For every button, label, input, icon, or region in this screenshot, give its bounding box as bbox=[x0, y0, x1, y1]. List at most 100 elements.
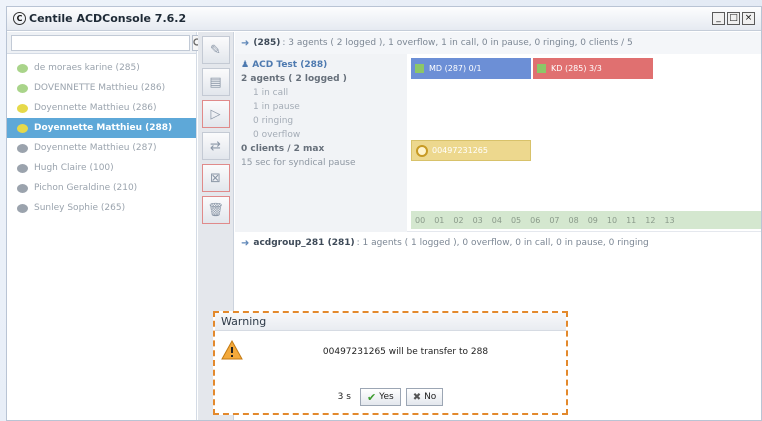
agent-label: DOVENNETTE Matthieu (286) bbox=[34, 83, 166, 93]
edit-button[interactable]: ✎ bbox=[201, 36, 230, 64]
yes-button[interactable]: ✔ Yes bbox=[359, 388, 401, 406]
check-icon: ✔ bbox=[366, 390, 377, 404]
transfer-icon: ⇄ bbox=[210, 138, 221, 154]
timeline-tick: 12 bbox=[645, 215, 656, 225]
group-header-2[interactable]: ➜ acdgroup_281 (281) : 1 agents ( 1 logg… bbox=[235, 232, 761, 254]
delete-button[interactable]: 🗑 bbox=[201, 196, 230, 224]
agent-chip-kd[interactable]: KD (285) 3/3 bbox=[533, 58, 653, 79]
acd-stat: 0 ringing bbox=[253, 116, 294, 126]
trash-icon: 🗑 bbox=[207, 202, 224, 218]
timeline-tick: 07 bbox=[549, 215, 560, 225]
acd-agents: 2 agents ( 2 logged ) bbox=[241, 74, 347, 84]
remove-button[interactable]: ⊠ bbox=[201, 164, 230, 192]
app-logo-icon: C bbox=[13, 12, 26, 25]
acd-stat: 1 in call bbox=[253, 88, 289, 98]
waiting-client-chip[interactable]: 00497231265 bbox=[411, 140, 531, 161]
chat-bubble-icon bbox=[17, 83, 28, 93]
chat-bubble-icon bbox=[17, 103, 28, 113]
warning-dialog: Warning 00497231265 will be transfer to … bbox=[213, 311, 568, 415]
timeline-tick: 02 bbox=[453, 215, 464, 225]
acd-stat: 0 overflow bbox=[253, 130, 301, 140]
timeline: 00 01 02 03 04 05 06 07 08 09 10 11 12 1… bbox=[411, 211, 761, 229]
acd-clients: 0 clients / 2 max bbox=[241, 144, 325, 154]
chat-bubble-icon bbox=[17, 183, 28, 193]
search-input[interactable] bbox=[11, 34, 190, 51]
chat-bubble-icon bbox=[17, 163, 28, 173]
agent-item[interactable]: de moraes karine (285) bbox=[7, 58, 196, 78]
agent-label: de moraes karine (285) bbox=[34, 63, 140, 73]
phone-status-icon bbox=[537, 64, 546, 73]
agent-item[interactable]: Doyennette Matthieu (286) bbox=[7, 98, 196, 118]
agent-label: Doyennette Matthieu (286) bbox=[34, 103, 157, 113]
agent-list: de moraes karine (285) DOVENNETTE Matthi… bbox=[7, 54, 196, 218]
acd-pause: 15 sec for syndical pause bbox=[241, 158, 356, 168]
dialog-message: 00497231265 will be transfer to 288 bbox=[322, 347, 489, 357]
timeline-tick: 04 bbox=[491, 215, 502, 225]
play-button[interactable]: ▷ bbox=[201, 100, 230, 128]
group-header[interactable]: ➜ (285) : 3 agents ( 2 logged ), 1 overf… bbox=[235, 32, 761, 54]
agent-label: Doyennette Matthieu (287) bbox=[34, 143, 157, 153]
arrow-right-icon: ➜ bbox=[241, 37, 250, 49]
timeline-tick: 10 bbox=[606, 215, 618, 225]
agent-label: Pichon Geraldine (210) bbox=[34, 183, 138, 193]
timeline-tick: 00 bbox=[415, 215, 426, 225]
yes-label: Yes bbox=[379, 392, 394, 402]
chat-bubble-icon bbox=[17, 143, 28, 153]
acd-info: ♟ ACD Test (288) 2 agents ( 2 logged ) 1… bbox=[235, 54, 407, 232]
agent-group-icon: ♟ bbox=[241, 60, 253, 70]
timeline-tick: 09 bbox=[587, 215, 598, 225]
group-summary: : 3 agents ( 2 logged ), 1 overflow, 1 i… bbox=[282, 38, 633, 48]
agent-label: Sunley Sophie (265) bbox=[34, 203, 126, 213]
no-button[interactable]: ✖ No bbox=[405, 388, 444, 406]
agent-item[interactable]: Sunley Sophie (265) bbox=[7, 198, 196, 218]
countdown: 3 s bbox=[337, 392, 351, 402]
close-button[interactable]: × bbox=[742, 12, 755, 25]
acd-block: ♟ ACD Test (288) 2 agents ( 2 logged ) 1… bbox=[235, 54, 761, 232]
group-id: (285) bbox=[253, 38, 281, 48]
agent-item-selected[interactable]: Doyennette Matthieu (288) bbox=[7, 118, 196, 138]
phone-status-icon bbox=[415, 64, 424, 73]
transfer-button[interactable]: ⇄ bbox=[201, 132, 230, 160]
dialog-footer: 3 s ✔ Yes ✖ No bbox=[215, 388, 566, 406]
group-summary: : 1 agents ( 1 logged ), 0 overflow, 0 i… bbox=[356, 238, 649, 248]
remove-icon: ⊠ bbox=[210, 170, 221, 186]
agent-item[interactable]: Doyennette Matthieu (287) bbox=[7, 138, 196, 158]
minimize-button[interactable]: _ bbox=[712, 12, 725, 25]
agent-item[interactable]: Hugh Claire (100) bbox=[7, 158, 196, 178]
maximize-button[interactable]: □ bbox=[727, 12, 740, 25]
arrow-right-icon: ➜ bbox=[241, 237, 250, 249]
edit-icon: ✎ bbox=[210, 42, 221, 58]
window-title: Centile ACDConsole 7.6.2 bbox=[29, 12, 187, 25]
group-id: acdgroup_281 (281) bbox=[253, 238, 355, 248]
chat-bubble-icon bbox=[17, 63, 28, 73]
agent-item[interactable]: DOVENNETTE Matthieu (286) bbox=[7, 78, 196, 98]
agent-item[interactable]: Pichon Geraldine (210) bbox=[7, 178, 196, 198]
chat-bubble-icon bbox=[17, 203, 28, 213]
chip-label: MD (287) 0/1 bbox=[429, 64, 482, 73]
agent-panel: de moraes karine (285) DOVENNETTE Matthi… bbox=[7, 32, 212, 420]
acd-stat: 1 in pause bbox=[253, 102, 300, 112]
chat-bubble-icon bbox=[17, 123, 28, 133]
list-button[interactable]: ▤ bbox=[201, 68, 230, 96]
warning-icon bbox=[221, 340, 243, 360]
timeline-tick: 13 bbox=[664, 215, 675, 225]
title-bar[interactable]: C Centile ACDConsole 7.6.2 _ □ × bbox=[7, 7, 761, 31]
timeline-tick: 06 bbox=[530, 215, 541, 225]
agent-label: Hugh Claire (100) bbox=[34, 163, 114, 173]
timeline-tick: 08 bbox=[568, 215, 579, 225]
acd-name[interactable]: ♟ ACD Test (288) bbox=[241, 58, 401, 72]
play-icon: ▷ bbox=[210, 106, 221, 122]
clock-icon bbox=[416, 144, 428, 157]
agent-chip-md[interactable]: MD (287) 0/1 bbox=[411, 58, 531, 79]
client-number: 00497231265 bbox=[432, 146, 488, 155]
timeline-tick: 05 bbox=[510, 215, 522, 225]
window-controls: _ □ × bbox=[712, 12, 755, 25]
timeline-tick: 03 bbox=[472, 215, 483, 225]
dialog-title: Warning bbox=[215, 313, 566, 331]
search-bar bbox=[7, 32, 212, 54]
no-label: No bbox=[424, 392, 437, 402]
cross-icon: ✖ bbox=[412, 391, 422, 403]
agent-label: Doyennette Matthieu (288) bbox=[34, 123, 173, 133]
list-icon: ▤ bbox=[209, 74, 222, 90]
timeline-tick: 01 bbox=[434, 215, 445, 225]
